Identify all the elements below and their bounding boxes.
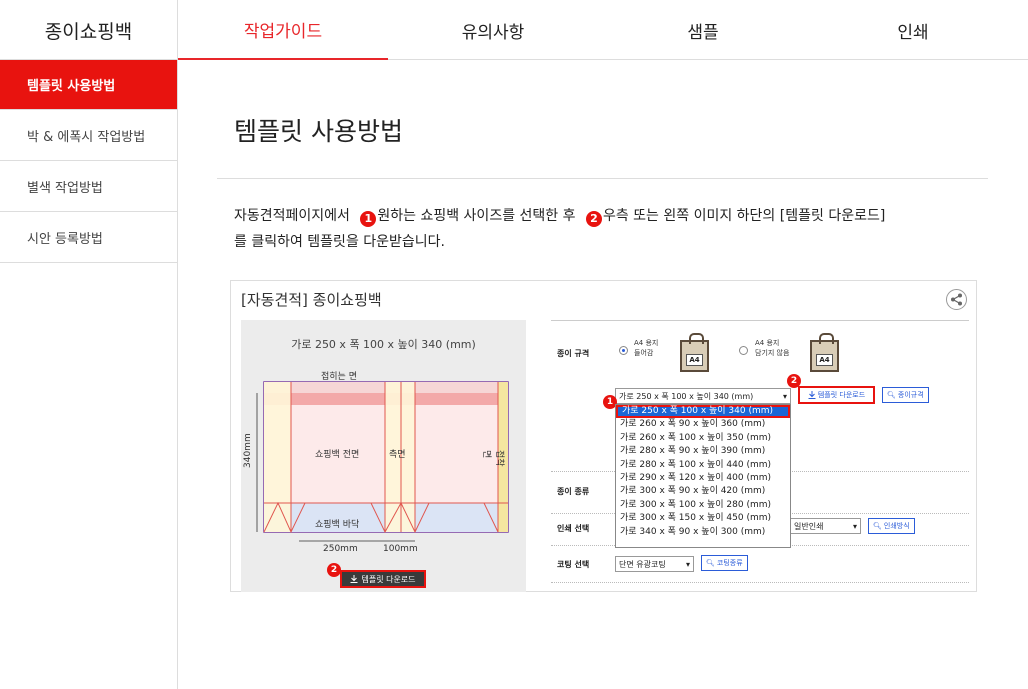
divider	[217, 178, 988, 179]
step-2-badge: 2	[585, 211, 602, 227]
desc-text-3: 우측 또는 왼쪽 이미지 하단의 [템플릿 다운로드]	[602, 208, 886, 224]
paper-spec-button[interactable]: 🔍︎ 종이규격	[882, 387, 929, 403]
quote-screenshot-panel: [자동견적] 종이쇼핑백 가로 250 x 폭 100 x 높이 340 (mm…	[230, 280, 977, 592]
row-divider	[551, 582, 969, 583]
step-1-badge: 1	[360, 211, 377, 227]
glue-label: 접착면	[481, 450, 504, 467]
sidebar-item-spot-color[interactable]: 별색 작업방법	[0, 161, 177, 212]
step-2-badge-left: 2	[327, 563, 341, 577]
print-select[interactable]: 일반인쇄 ▾	[790, 518, 861, 534]
search-icon: 🔍︎	[887, 391, 896, 399]
chevron-down-icon: ▾	[852, 521, 857, 531]
size-option[interactable]: 가로 300 x 폭 90 x 높이 420 (mm)	[616, 485, 790, 498]
bottom-label: 쇼핑백 바닥	[315, 520, 360, 530]
size-option[interactable]: 가로 300 x 폭 150 x 높이 450 (mm)	[616, 512, 790, 525]
tab-notes[interactable]: 유의사항	[388, 0, 598, 60]
width-label: 250mm	[323, 544, 358, 554]
size-dropdown-list: 가로 250 x 폭 100 x 높이 340 (mm) 가로 260 x 폭 …	[615, 404, 791, 548]
sidebar-item-proof-upload[interactable]: 시안 등록방법	[0, 212, 177, 263]
size-option[interactable]: 가로 340 x 폭 90 x 높이 300 (mm)	[616, 526, 790, 539]
radio-a4-not-fit[interactable]	[739, 346, 748, 355]
download-label-right: 템플릿 다운로드	[817, 391, 866, 399]
search-icon: 🔍︎	[706, 559, 715, 567]
height-label: 340mm	[243, 433, 253, 468]
bag-a4-small-icon: A4	[810, 333, 839, 372]
option1-label: A4 용지 들어감	[634, 339, 659, 357]
paper-type-label: 종이 종류	[557, 487, 590, 496]
print-method-button[interactable]: 🔍︎ 인쇄방식	[868, 518, 915, 534]
preview-size-label: 가로 250 x 폭 100 x 높이 340 (mm)	[291, 338, 476, 351]
coating-select[interactable]: 단면 유광코팅 ▾	[615, 556, 694, 572]
desc-text-1: 자동견적페이지에서	[234, 208, 350, 224]
option2-label: A4 용지 담기지 않음	[755, 339, 790, 357]
depth-label: 100mm	[383, 544, 418, 554]
page-title: 템플릿 사용방법	[234, 117, 403, 146]
tab-print[interactable]: 인쇄	[808, 0, 1018, 60]
form-top-line	[551, 320, 969, 321]
brand-title[interactable]: 종이쇼핑백	[0, 0, 178, 60]
side-label: 측면	[389, 450, 406, 460]
size-option[interactable]: 가로 280 x 폭 100 x 높이 440 (mm)	[616, 459, 790, 472]
print-label: 인쇄 선택	[557, 524, 590, 533]
desc-text-4: 를 클릭하여 템플릿을 다운받습니다.	[234, 234, 445, 250]
sidebar-item-template-usage[interactable]: 템플릿 사용방법	[0, 60, 177, 110]
size-option[interactable]: 가로 280 x 폭 90 x 높이 390 (mm)	[616, 445, 790, 458]
size-select[interactable]: 가로 250 x 폭 100 x 높이 340 (mm) ▾	[615, 388, 791, 404]
sidebar: 템플릿 사용방법 박 & 에폭시 작업방법 별색 작업방법 시안 등록방법	[0, 60, 178, 689]
template-preview: 가로 250 x 폭 100 x 높이 340 (mm) 접히는 면 쇼핑백 전…	[241, 320, 526, 592]
coating-label: 코팅 선택	[557, 560, 590, 569]
size-select-value: 가로 250 x 폭 100 x 높이 340 (mm)	[619, 391, 754, 401]
chevron-down-icon: ▾	[685, 559, 690, 569]
sidebar-item-foil-epoxy[interactable]: 박 & 에폭시 작업방법	[0, 110, 177, 161]
tab-work-guide[interactable]: 작업가이드	[178, 0, 388, 60]
top-navigation: 종이쇼핑백 작업가이드 유의사항 샘플 인쇄	[0, 0, 1028, 60]
size-option[interactable]: 가로 260 x 폭 100 x 높이 350 (mm)	[616, 432, 790, 445]
front-label: 쇼핑백 전면	[315, 450, 360, 460]
desc-text-2: 원하는 쇼핑백 사이즈를 선택한 후	[377, 208, 576, 224]
chevron-down-icon: ▾	[782, 391, 787, 401]
template-download-button-left[interactable]: 템플릿 다운로드	[340, 570, 426, 588]
size-option[interactable]: 가로 300 x 폭 100 x 높이 280 (mm)	[616, 499, 790, 512]
template-download-button-right[interactable]: 템플릿 다운로드	[798, 386, 875, 404]
tab-sample[interactable]: 샘플	[598, 0, 808, 60]
coating-type-button[interactable]: 🔍︎ 코팅종류	[701, 555, 748, 571]
size-option[interactable]: 가로 250 x 폭 100 x 높이 340 (mm)	[616, 405, 790, 419]
download-icon	[350, 575, 358, 583]
search-icon: 🔍︎	[873, 522, 882, 530]
bag-a4-icon: A4	[680, 333, 709, 372]
share-icon[interactable]	[946, 289, 967, 310]
size-option[interactable]: 가로 260 x 폭 90 x 높이 360 (mm)	[616, 418, 790, 431]
download-label-left: 템플릿 다운로드	[361, 574, 416, 584]
download-icon	[808, 391, 816, 399]
size-option[interactable]: 가로 290 x 폭 120 x 높이 400 (mm)	[616, 472, 790, 485]
radio-a4-fits[interactable]	[619, 346, 628, 355]
description: 자동견적페이지에서 1 원하는 쇼핑백 사이즈를 선택한 후 2 우측 또는 왼쪽 …	[234, 203, 984, 255]
panel-title: [자동견적] 종이쇼핑백	[241, 291, 382, 309]
paper-size-label: 종이 규격	[557, 349, 590, 358]
